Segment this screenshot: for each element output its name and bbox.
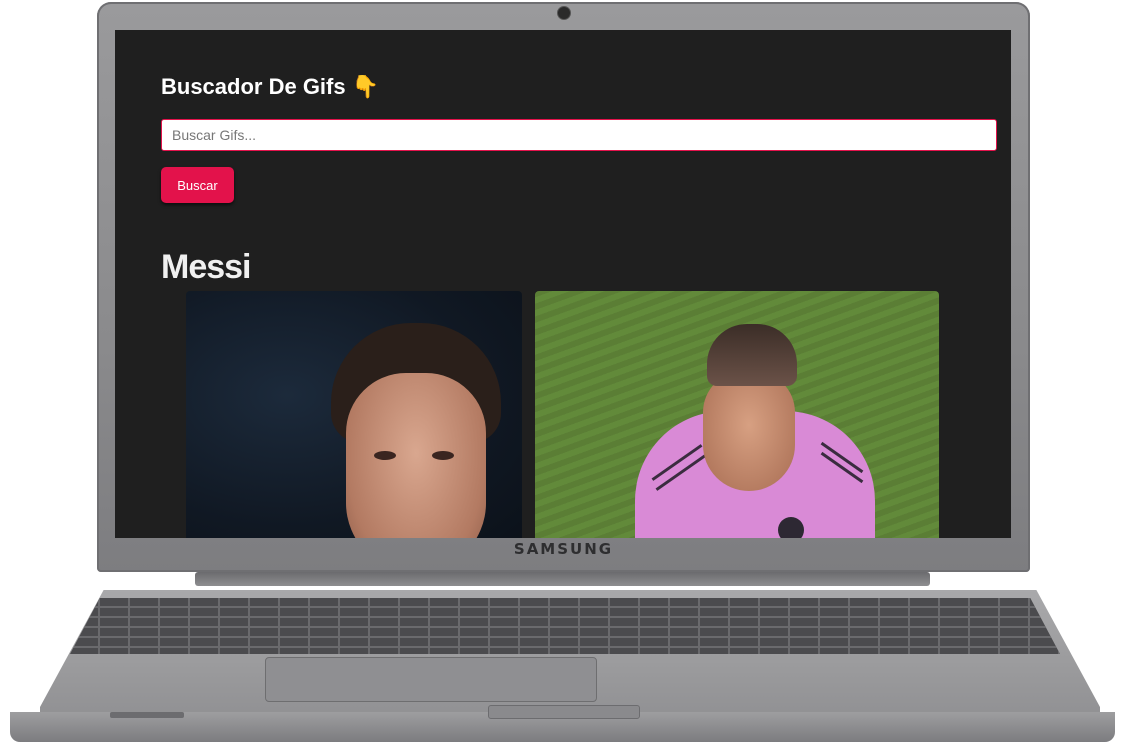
results-heading: Messi bbox=[161, 248, 251, 286]
page-title-text: Buscador De Gifs bbox=[161, 74, 346, 99]
gif-card[interactable] bbox=[535, 291, 939, 538]
laptop-frame: Buscador De Gifs 👇 Buscar Messi bbox=[0, 0, 1129, 751]
laptop-latch bbox=[488, 705, 640, 719]
brand-logo: SAMSUNG bbox=[513, 540, 614, 558]
page-title: Buscador De Gifs 👇 bbox=[161, 74, 379, 100]
search-input[interactable] bbox=[161, 119, 997, 151]
gif-grid bbox=[186, 291, 946, 538]
gif-image-eye bbox=[374, 451, 396, 460]
browser-viewport: Buscador De Gifs 👇 Buscar Messi bbox=[115, 30, 1011, 538]
gif-image-face bbox=[346, 373, 486, 538]
keyboard bbox=[70, 598, 1060, 654]
webcam-icon bbox=[557, 6, 571, 20]
gif-card[interactable] bbox=[186, 291, 522, 538]
gif-image-badge bbox=[778, 517, 804, 538]
laptop-hinge bbox=[195, 572, 930, 586]
search-button[interactable]: Buscar bbox=[161, 167, 234, 203]
pointing-down-icon: 👇 bbox=[351, 74, 380, 99]
trackpad bbox=[265, 657, 597, 702]
gif-image-eye bbox=[432, 451, 454, 460]
status-light bbox=[110, 712, 184, 718]
gif-image-face bbox=[703, 371, 795, 491]
gif-image-hair bbox=[707, 324, 797, 386]
